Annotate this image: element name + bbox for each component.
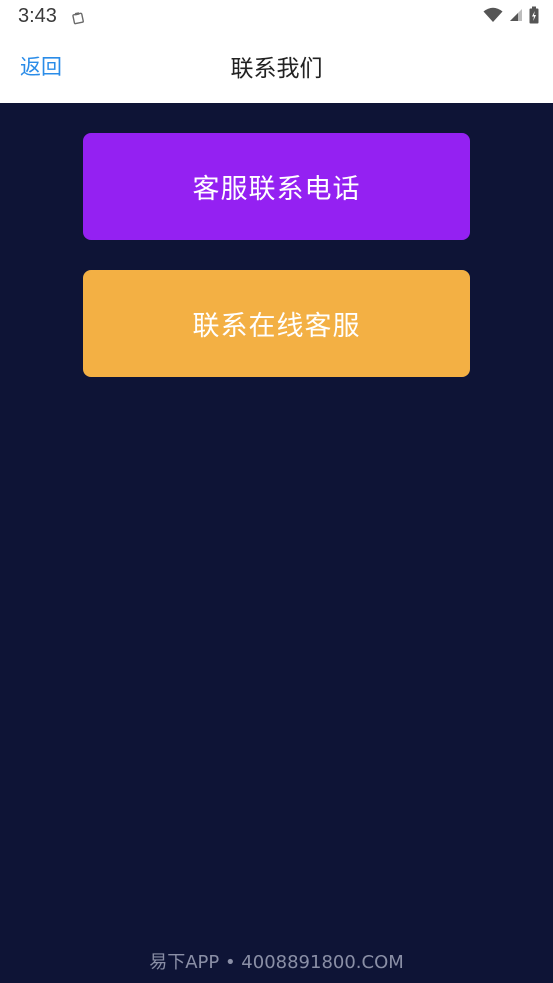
footer-text: 易下APP • 4008891800.COM <box>149 952 404 973</box>
status-bar: 3:43 <box>0 0 553 33</box>
cell-signal-icon <box>509 7 523 26</box>
customer-service-phone-button[interactable]: 客服联系电话 <box>83 133 470 240</box>
battery-icon <box>529 6 539 28</box>
status-time: 3:43 <box>18 5 57 27</box>
status-left: 3:43 <box>18 5 85 28</box>
wifi-icon <box>483 7 503 27</box>
page-title: 联系我们 <box>230 56 323 82</box>
online-customer-service-label: 联系在线客服 <box>192 311 361 342</box>
nav-bar: 返回 联系我们 <box>0 33 553 103</box>
main-content: 客服联系电话 联系在线客服 <box>0 103 553 983</box>
clipboard-icon <box>71 10 85 24</box>
status-right <box>483 6 539 28</box>
online-customer-service-button[interactable]: 联系在线客服 <box>83 270 470 377</box>
customer-service-phone-label: 客服联系电话 <box>192 174 361 205</box>
